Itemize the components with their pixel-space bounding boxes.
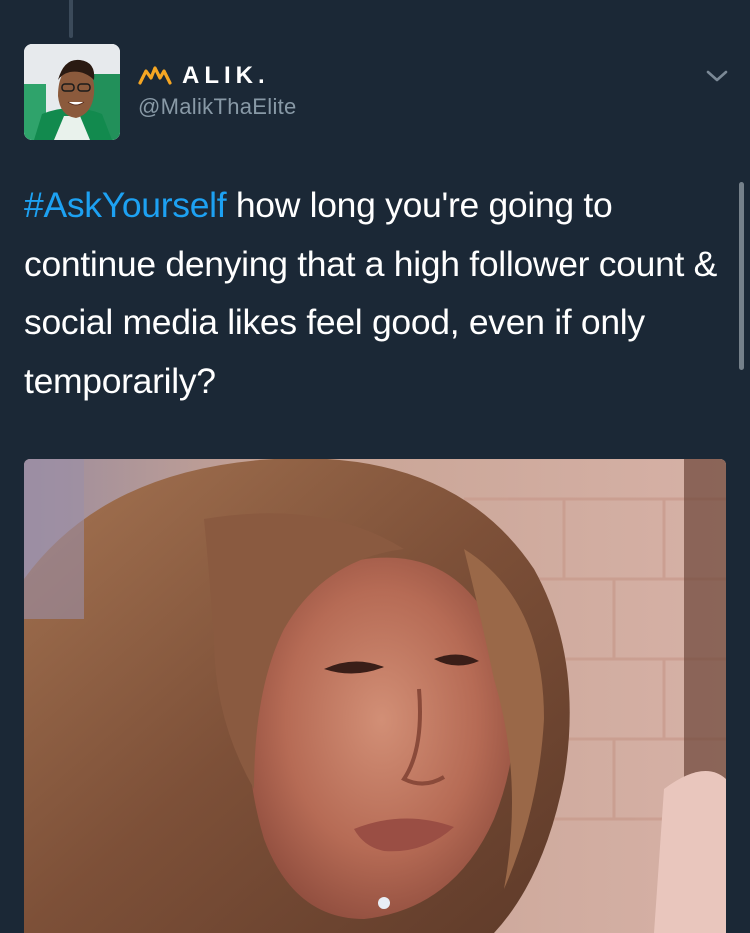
avatar[interactable] bbox=[24, 44, 120, 140]
display-name: ALIK. bbox=[182, 62, 270, 89]
tweet-media-image[interactable] bbox=[24, 459, 726, 933]
user-handle: @MalikThaElite bbox=[138, 94, 297, 119]
hashtag-link[interactable]: #AskYourself bbox=[24, 185, 227, 225]
scrollbar[interactable] bbox=[739, 182, 744, 370]
crown-icon bbox=[138, 65, 172, 87]
tweet-author-header[interactable]: ALIK. @MalikThaElite bbox=[138, 60, 297, 120]
display-name-row: ALIK. bbox=[138, 60, 297, 92]
chevron-down-icon[interactable] bbox=[704, 66, 730, 86]
thread-connector-line bbox=[69, 0, 73, 38]
tweet-text: #AskYourself how long you're going to co… bbox=[24, 176, 732, 410]
